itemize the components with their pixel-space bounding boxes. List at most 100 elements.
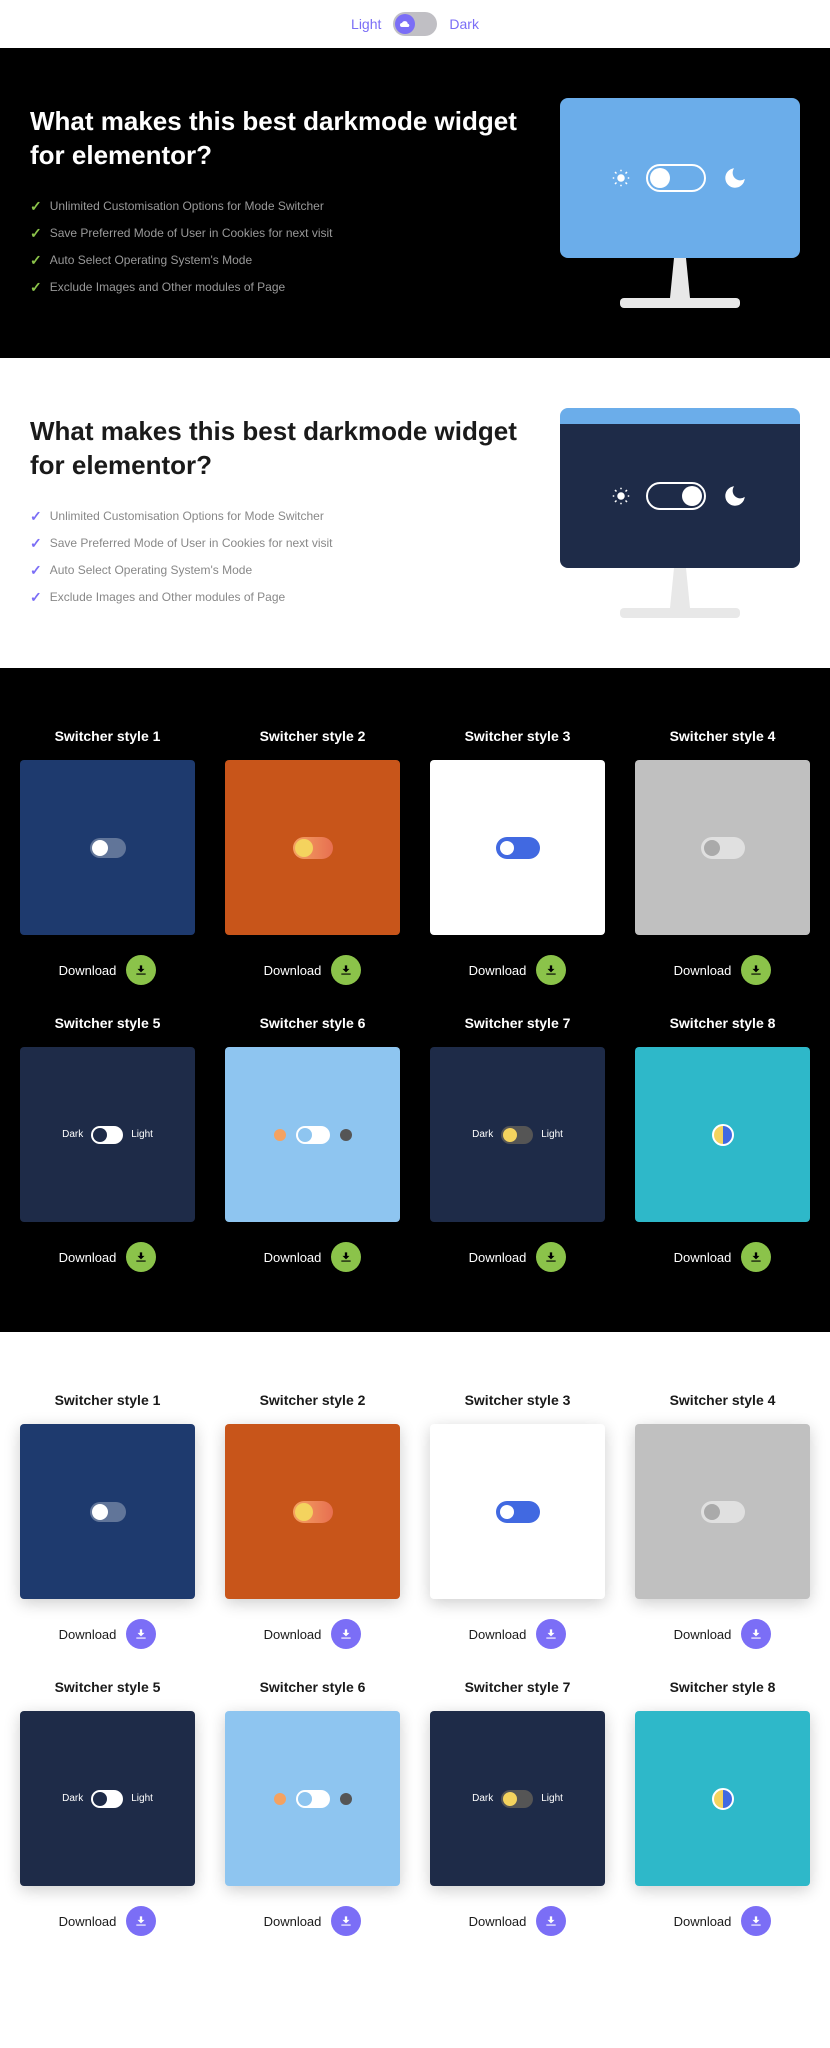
switcher-preview: DarkLight [430, 1047, 605, 1222]
hero-title: What makes this best darkmode widget for… [30, 105, 520, 173]
hero-light: What makes this best darkmode widget for… [0, 358, 830, 668]
switcher-card: Switcher style 4 Download [635, 1392, 810, 1649]
download-button[interactable] [741, 1906, 771, 1936]
download-label: Download [59, 1627, 117, 1642]
switcher-preview [635, 1711, 810, 1886]
download-button[interactable] [536, 955, 566, 985]
card-title: Switcher style 4 [635, 728, 810, 744]
download-row: Download [20, 1242, 195, 1272]
check-icon: ✓ [30, 198, 42, 215]
download-icon [339, 963, 353, 977]
download-icon [134, 963, 148, 977]
switcher-card: Switcher style 4 Download [635, 728, 810, 985]
switcher-card: Switcher style 7 DarkLight Download [430, 1015, 605, 1272]
download-label: Download [264, 1914, 322, 1929]
download-icon [544, 1627, 558, 1641]
card-title: Switcher style 3 [430, 728, 605, 744]
card-title: Switcher style 1 [20, 1392, 195, 1408]
switcher-card: Switcher style 1 Download [20, 1392, 195, 1649]
card-title: Switcher style 8 [635, 1679, 810, 1695]
download-button[interactable] [741, 1619, 771, 1649]
download-button[interactable] [536, 1906, 566, 1936]
check-icon: ✓ [30, 252, 42, 269]
download-row: Download [430, 1906, 605, 1936]
theme-toggle[interactable] [393, 12, 437, 36]
download-button[interactable] [331, 1619, 361, 1649]
download-button[interactable] [331, 1242, 361, 1272]
styles-grid-dark: Switcher style 1 Download Switcher style… [0, 668, 830, 1332]
card-title: Switcher style 8 [635, 1015, 810, 1031]
card-title: Switcher style 4 [635, 1392, 810, 1408]
card-title: Switcher style 2 [225, 1392, 400, 1408]
download-button[interactable] [536, 1242, 566, 1272]
card-title: Switcher style 6 [225, 1679, 400, 1695]
feature-item: ✓Exclude Images and Other modules of Pag… [30, 274, 520, 301]
switcher-card: Switcher style 8 Download [635, 1679, 810, 1936]
download-row: Download [20, 1619, 195, 1649]
download-row: Download [225, 1906, 400, 1936]
download-button[interactable] [536, 1619, 566, 1649]
check-icon: ✓ [30, 508, 42, 525]
hero-dark: What makes this best darkmode widget for… [0, 48, 830, 358]
download-button[interactable] [331, 1906, 361, 1936]
check-icon: ✓ [30, 279, 42, 296]
switcher-card: Switcher style 5 DarkLight Download [20, 1679, 195, 1936]
card-title: Switcher style 5 [20, 1015, 195, 1031]
download-row: Download [635, 955, 810, 985]
sun-icon [612, 487, 630, 505]
feature-item: ✓Unlimited Customisation Options for Mod… [30, 193, 520, 220]
switcher-preview: DarkLight [20, 1047, 195, 1222]
monitor-illustration [560, 408, 800, 618]
feature-item: ✓Save Preferred Mode of User in Cookies … [30, 530, 520, 557]
download-button[interactable] [126, 955, 156, 985]
switcher-preview [430, 1424, 605, 1599]
card-title: Switcher style 7 [430, 1015, 605, 1031]
styles-grid-light: Switcher style 1 Download Switcher style… [0, 1332, 830, 1996]
check-icon: ✓ [30, 535, 42, 552]
download-row: Download [430, 955, 605, 985]
download-icon [134, 1250, 148, 1264]
switcher-card: Switcher style 6 Download [225, 1015, 400, 1272]
download-icon [134, 1627, 148, 1641]
download-row: Download [430, 1619, 605, 1649]
download-icon [749, 1250, 763, 1264]
download-button[interactable] [126, 1906, 156, 1936]
download-row: Download [430, 1242, 605, 1272]
download-button[interactable] [126, 1619, 156, 1649]
switcher-card: Switcher style 7 DarkLight Download [430, 1679, 605, 1936]
card-title: Switcher style 1 [20, 728, 195, 744]
download-label: Download [469, 1250, 527, 1265]
download-icon [749, 963, 763, 977]
switcher-card: Switcher style 1 Download [20, 728, 195, 985]
card-title: Switcher style 5 [20, 1679, 195, 1695]
download-button[interactable] [331, 955, 361, 985]
download-label: Download [674, 1627, 732, 1642]
download-row: Download [635, 1242, 810, 1272]
switcher-preview [225, 1424, 400, 1599]
switcher-preview [635, 1047, 810, 1222]
download-icon [749, 1914, 763, 1928]
feature-list: ✓Unlimited Customisation Options for Mod… [30, 193, 520, 301]
switcher-card: Switcher style 3 Download [430, 728, 605, 985]
download-button[interactable] [741, 955, 771, 985]
feature-list: ✓Unlimited Customisation Options for Mod… [30, 503, 520, 611]
feature-item: ✓Auto Select Operating System's Mode [30, 557, 520, 584]
download-button[interactable] [741, 1242, 771, 1272]
feature-item: ✓Save Preferred Mode of User in Cookies … [30, 220, 520, 247]
download-icon [544, 963, 558, 977]
switcher-preview [225, 760, 400, 935]
switcher-card: Switcher style 3 Download [430, 1392, 605, 1649]
moon-icon [722, 165, 748, 191]
download-label: Download [59, 963, 117, 978]
download-icon [339, 1627, 353, 1641]
switcher-preview: DarkLight [20, 1711, 195, 1886]
check-icon: ✓ [30, 225, 42, 242]
download-button[interactable] [126, 1242, 156, 1272]
check-icon: ✓ [30, 562, 42, 579]
switcher-preview [20, 1424, 195, 1599]
download-label: Download [674, 1250, 732, 1265]
monitor-illustration [560, 98, 800, 308]
download-row: Download [20, 1906, 195, 1936]
switcher-preview [20, 760, 195, 935]
switcher-card: Switcher style 5 DarkLight Download [20, 1015, 195, 1272]
